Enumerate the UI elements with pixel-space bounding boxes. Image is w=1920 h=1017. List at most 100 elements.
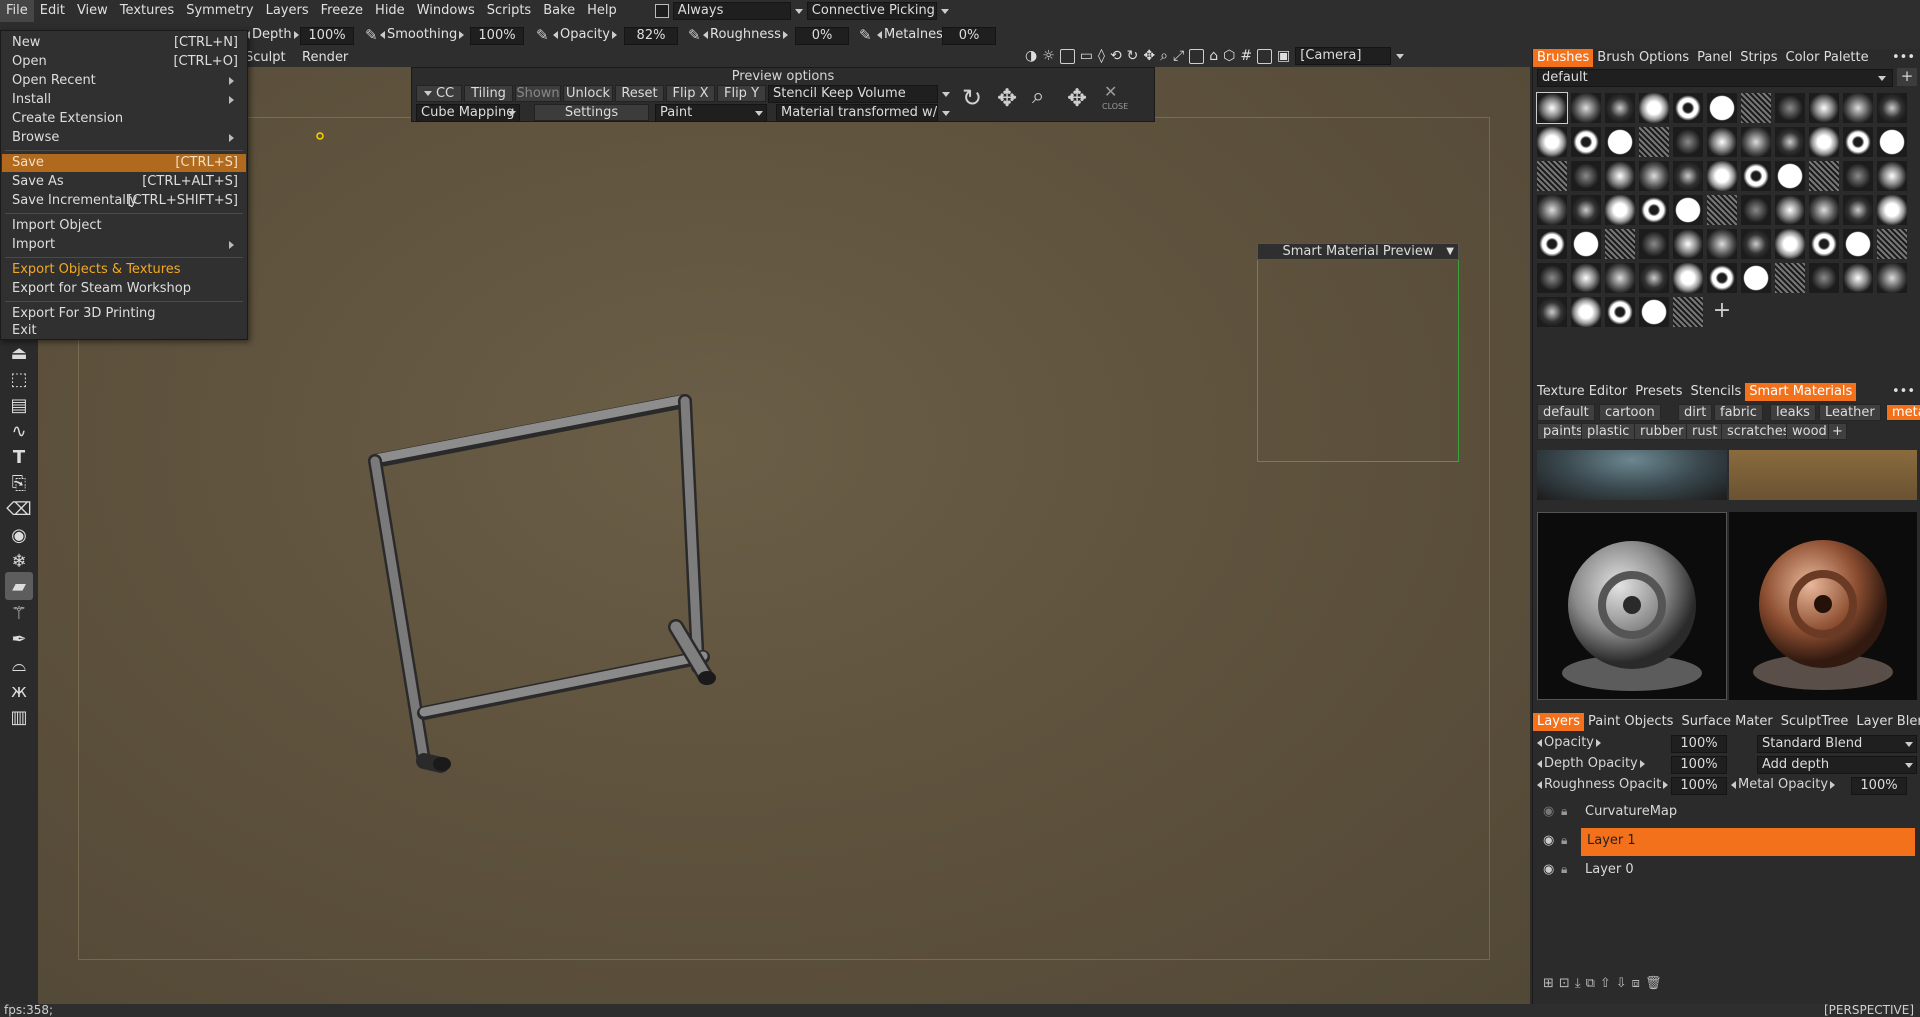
menu-item-exit[interactable]: Exit [2,322,246,340]
sun-icon[interactable]: ☼ [1042,48,1055,64]
menu-symmetry[interactable]: Symmetry [180,0,259,22]
decrease-icon[interactable] [1537,780,1542,789]
tab-color-palette[interactable]: Color Palette [1782,49,1873,67]
pin-icon[interactable]: ▼ [1446,244,1454,259]
tab-smart-materials[interactable]: Smart Materials [1745,383,1857,401]
close-label[interactable]: CLOSE [1102,102,1128,111]
metalness-value[interactable]: 0% [942,27,996,45]
increase-icon[interactable] [1830,780,1836,789]
add-preset-icon[interactable]: + [1897,68,1917,86]
brush-thumbnail[interactable] [1639,161,1669,191]
mapping-dropdown[interactable]: Cube Mapping [416,104,520,122]
material-thumb-copper[interactable] [1729,512,1917,700]
material-mode-dropdown[interactable]: Material transformed w/ [776,104,938,122]
menu-item-install[interactable]: Install [2,91,246,109]
depth-label-wrap[interactable]: Depth [245,27,299,42]
tab-panel[interactable]: Panel [1693,49,1736,67]
brush-thumbnail[interactable] [1605,93,1635,123]
eye-tool-icon[interactable]: ◉ [5,521,33,549]
category-scratches[interactable]: scratches [1721,423,1796,440]
brush-thumbnail[interactable] [1537,195,1567,225]
text-tool-icon[interactable]: T [5,443,33,471]
move-icon[interactable]: ✥ [997,84,1017,112]
brush-thumbnail[interactable] [1605,195,1635,225]
brush-thumbnail[interactable] [1741,195,1771,225]
lock-icon[interactable]: 🔒︎ [1561,833,1567,848]
brush-thumbnail[interactable] [1571,127,1601,157]
add-category-icon[interactable]: + [1828,423,1847,440]
metal-opacity-label-wrap[interactable]: Metal Opacity [1731,777,1836,792]
menu-item-export-steam-workshop[interactable]: Export for Steam Workshop [2,280,246,298]
menu-item-save-as[interactable]: Save As [CTRL+ALT+S] [2,173,246,191]
menu-help[interactable]: Help [581,0,623,22]
room-sculpt[interactable]: Sculpt [245,50,286,65]
shown-button[interactable]: Shown [515,85,561,102]
brush-thumbnail[interactable] [1537,263,1567,293]
brush-thumbnail[interactable] [1843,93,1873,123]
pan-icon[interactable]: ✥ [1067,84,1087,112]
category-dirt[interactable]: dirt [1678,404,1713,421]
brush-thumbnail[interactable] [1707,161,1737,191]
category-wood[interactable]: wood [1786,423,1833,440]
brush-thumbnail[interactable] [1673,127,1703,157]
zoom-icon[interactable]: ⌕ [1160,48,1168,64]
chevron-down-icon[interactable] [1396,53,1405,59]
menu-item-export-objects-textures[interactable]: Export Objects & Textures [2,261,246,279]
import-layer-icon[interactable]: ⤓ [1575,976,1581,991]
magic-wand-icon[interactable]: ⚚ [5,599,33,627]
delete-layer-icon[interactable]: 🗑︎ [1645,976,1662,991]
drop-icon[interactable]: ◊ [1098,48,1105,64]
frame-icon[interactable] [1059,48,1075,64]
layer-row[interactable]: ◉ 🔒︎ CurvatureMap [1533,799,1920,827]
ruler-tool-icon[interactable]: ▥ [5,703,33,731]
brush-thumbnail[interactable] [1537,297,1567,327]
brush-thumbnail[interactable] [1741,229,1771,259]
decrease-icon[interactable] [553,30,558,39]
menu-item-import-object[interactable]: Import Object [2,217,246,235]
brush-thumbnail[interactable] [1639,127,1669,157]
maximize-icon[interactable] [1189,48,1205,64]
eye-icon[interactable]: ◉ [1543,833,1554,848]
opacity-label-wrap[interactable]: Opacity [553,27,618,42]
image-icon[interactable]: ▣ [1277,48,1290,64]
close-icon[interactable]: ✕ [1104,82,1117,101]
tiling-button[interactable]: Tiling [464,85,513,102]
brush-thumbnail[interactable] [1605,229,1635,259]
brush-thumbnail[interactable] [1809,93,1839,123]
material-thumb-blue-metal[interactable] [1537,450,1727,500]
lock-icon[interactable]: 🔒︎ [1561,804,1567,819]
brush-thumbnail[interactable] [1605,161,1635,191]
butterfly-tool-icon[interactable]: ж [5,677,33,705]
cc-button[interactable]: CC [416,85,462,102]
decrease-icon[interactable] [1537,759,1542,768]
chevron-down-icon[interactable] [794,8,803,14]
brush-thumbnail[interactable] [1741,263,1771,293]
opacity-value[interactable]: 82% [624,27,678,45]
brush-thumbnail[interactable] [1537,161,1567,191]
contrast-icon[interactable]: ◑ [1025,48,1037,64]
brush-thumbnail[interactable] [1639,195,1669,225]
stencil-mode-dropdown[interactable]: Stencil Keep Volume [768,85,938,103]
menu-item-export-3d-printing[interactable]: Export For 3D Printing [2,305,246,323]
depth-opacity-value[interactable]: 100% [1671,756,1727,774]
menu-freeze[interactable]: Freeze [315,0,369,22]
move-icon[interactable]: ✥ [1143,48,1155,64]
menu-item-browse[interactable]: Browse [2,129,246,147]
brush-thumbnail[interactable] [1809,229,1839,259]
always-checkbox[interactable] [654,4,669,18]
menu-windows[interactable]: Windows [411,0,481,22]
merge-layer-icon[interactable]: ⧈ [1632,976,1640,991]
brush-thumbnail[interactable] [1809,195,1839,225]
panel-menu-icon[interactable]: ••• [1888,49,1920,67]
home-icon[interactable]: ⌂ [1209,48,1218,64]
unlock-button[interactable]: Unlock [563,85,613,102]
layer-row[interactable]: ◉ 🔒︎ Layer 0 [1533,857,1920,885]
decrease-icon[interactable] [380,30,385,39]
lock-icon[interactable]: 🔒︎ [1561,862,1567,877]
brush-preset-dropdown[interactable]: default [1537,69,1893,87]
eye-hidden-icon[interactable]: ◉ [1543,804,1554,819]
brush-thumbnail[interactable] [1775,263,1805,293]
menu-item-save[interactable]: Save [CTRL+S] [2,154,246,172]
tab-texture-editor[interactable]: Texture Editor [1533,383,1631,401]
brush-thumbnail[interactable] [1843,127,1873,157]
